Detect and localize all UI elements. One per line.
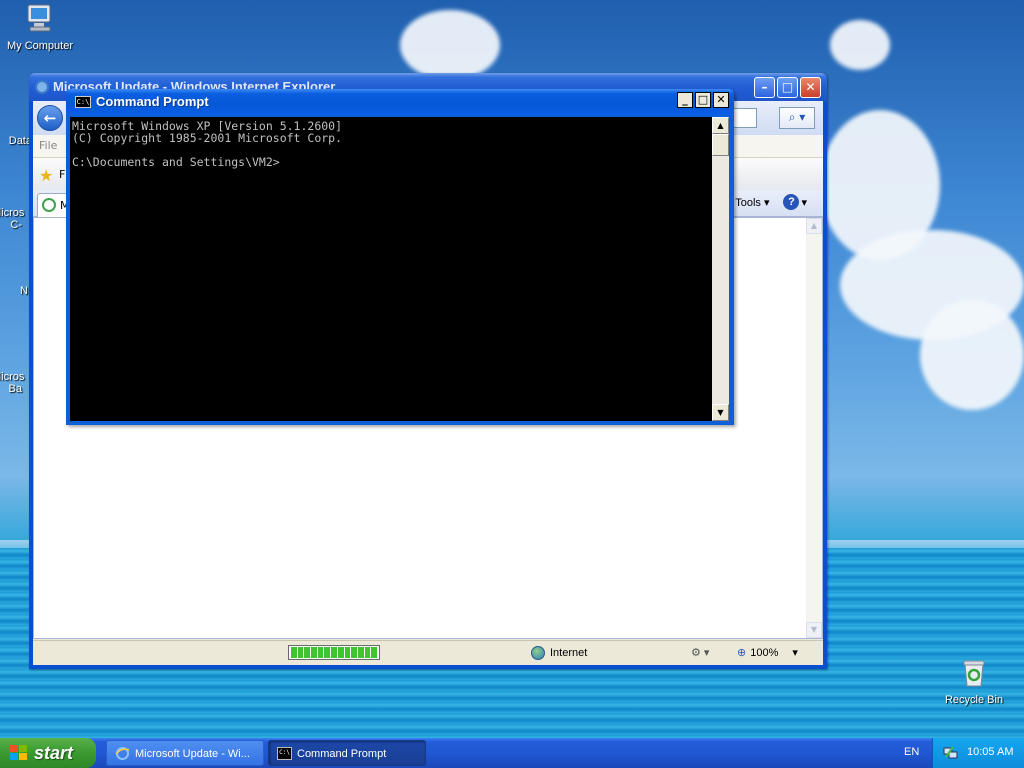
scroll-down-arrow-icon[interactable]: ▼ [806, 622, 822, 638]
language-indicator[interactable]: EN [904, 746, 919, 758]
favorites-star-icon[interactable]: ★ [39, 166, 53, 185]
recycle-bin-icon [963, 660, 985, 687]
desktop-icon-label: My Computer [6, 40, 74, 52]
console-prompt: C:\Documents and Settings\VM2> [72, 155, 280, 169]
ie-icon [115, 747, 130, 760]
search-button[interactable]: ⌕ ▾ [779, 107, 815, 129]
taskbar-item-label: Command Prompt [297, 748, 387, 760]
scroll-thumb[interactable] [712, 134, 729, 156]
progress-segment [357, 647, 364, 658]
console-output[interactable]: Microsoft Windows XP [Version 5.1.2600](… [70, 117, 712, 421]
ie-status-bar: Internet ⚙ ▾ ⊕ 100% ▾ [33, 640, 823, 665]
zoom-level: 100% [750, 646, 779, 659]
progress-segment [364, 647, 371, 658]
maximize-button[interactable]: □ [777, 77, 798, 98]
security-zone[interactable]: Internet [531, 646, 587, 660]
cmd-window[interactable]: C:\ Command Prompt _ □ ✕ Microsoft Windo… [66, 89, 734, 425]
taskbar: start Microsoft Update - Wi... C:\ Comma… [0, 738, 1024, 768]
taskbar-item-label: Microsoft Update - Wi... [135, 748, 250, 760]
taskbar-item-cmd[interactable]: C:\ Command Prompt [268, 740, 426, 766]
start-label: start [34, 743, 74, 763]
desktop-icon-recycle-bin[interactable]: Recycle Bin [934, 656, 1014, 706]
cloud [920, 300, 1024, 410]
console-line: (C) Copyright 1985-2001 Microsoft Corp. [72, 131, 343, 145]
scroll-up-arrow-icon[interactable]: ▲ [712, 117, 729, 134]
start-button[interactable]: start [0, 738, 96, 768]
computer-icon [27, 4, 51, 32]
help-icon: ? [783, 194, 800, 210]
cmd-icon: C:\ [75, 96, 91, 108]
progress-segment [351, 647, 357, 658]
progress-segment [344, 647, 351, 658]
zoom-control[interactable]: ⊕ 100% ▾ [737, 646, 798, 660]
cmd-maximize-button[interactable]: □ [695, 92, 711, 108]
progress-segment [324, 647, 331, 658]
system-tray: 10:05 AM [932, 738, 1024, 768]
zoom-icon: ⊕ [737, 647, 747, 659]
protected-mode-icon[interactable]: ⚙ ▾ [691, 646, 709, 659]
cmd-close-button[interactable]: ✕ [713, 92, 729, 108]
progress-segment [371, 647, 377, 658]
desktop-icon-label: Recycle Bin [944, 694, 1004, 706]
windows-flag-icon [10, 745, 28, 761]
progress-segment [311, 647, 317, 658]
clock[interactable]: 10:05 AM [967, 746, 1013, 758]
progress-segment [317, 647, 324, 658]
tools-label: Tools [735, 196, 761, 209]
network-icon[interactable] [943, 745, 958, 760]
cmd-icon: C:\ [277, 747, 292, 760]
zone-label: Internet [550, 647, 588, 659]
desktop-icon-my-computer[interactable]: My Computer [0, 2, 80, 52]
scroll-up-arrow-icon[interactable]: ▲ [806, 218, 822, 234]
chevron-down-icon: ▾ [792, 647, 798, 659]
cmd-titlebar[interactable]: C:\ Command Prompt _ □ ✕ [66, 89, 734, 115]
minimize-button[interactable]: – [754, 77, 775, 98]
menu-file[interactable]: File [39, 139, 57, 152]
ie-vertical-scrollbar[interactable]: ▲ ▼ [806, 218, 822, 638]
progress-segment [337, 647, 344, 658]
ie-logo-icon [35, 80, 49, 94]
favorites-label[interactable]: F [59, 168, 65, 181]
close-button[interactable]: ✕ [800, 77, 821, 98]
cmd-minimize-button[interactable]: _ [677, 92, 693, 108]
taskbar-item-ie[interactable]: Microsoft Update - Wi... [106, 740, 264, 766]
help-menu[interactable]: ? ▾ [783, 194, 807, 210]
cloud [400, 10, 500, 80]
progress-segment [304, 647, 311, 658]
tools-menu[interactable]: Tools ▾ [735, 196, 769, 209]
progress-segment [291, 647, 297, 658]
cmd-window-title: Command Prompt [96, 94, 209, 109]
scroll-down-arrow-icon[interactable]: ▼ [712, 404, 729, 421]
globe-icon [531, 646, 545, 660]
progress-segment [297, 647, 304, 658]
back-button[interactable]: ← [37, 105, 63, 131]
cmd-vertical-scrollbar[interactable]: ▲ ▼ [712, 117, 729, 421]
progress-segment [331, 647, 337, 658]
loading-icon [42, 198, 56, 212]
cloud [830, 20, 890, 70]
page-load-progress [288, 645, 380, 660]
